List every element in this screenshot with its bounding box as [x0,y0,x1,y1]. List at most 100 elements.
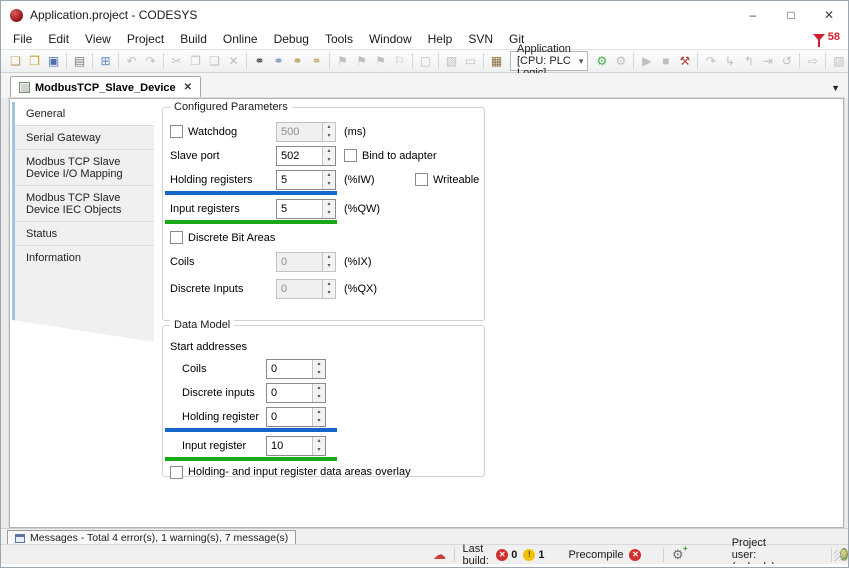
dm-discrete-inputs-spinner[interactable]: 0 ▴▾ [266,383,326,403]
statusbar-separator [663,548,664,562]
menu-online[interactable]: Online [215,30,266,48]
sidebar-item-iec-objects[interactable]: Modbus TCP Slave Device IEC Objects [15,185,154,221]
start-button[interactable]: ▶ [637,51,656,71]
device-editor-nav: GeneralSerial GatewayModbus TCP Slave De… [12,102,154,342]
spinner-buttons[interactable]: ▴▾ [312,360,325,378]
menu-svn[interactable]: SVN [460,30,501,48]
sidebar-item-information[interactable]: Information [15,245,154,269]
coils-spinner[interactable]: 0 ▴▾ [276,252,336,272]
coils-row: Coils 0 ▴▾ (%IX) [170,251,484,272]
sidebar-item-status[interactable]: Status [15,221,154,245]
toolbar-separator [118,53,119,69]
breakpoint-settings-button[interactable]: ⚒ [675,51,694,71]
paste-button[interactable]: ❑ [205,51,224,71]
reset-warm-button[interactable]: ↺ [777,51,796,71]
menu-help[interactable]: Help [420,30,461,48]
bind-to-adapter-checkbox[interactable] [344,149,357,162]
messages-tab[interactable]: Messages - Total 4 error(s), 1 warning(s… [7,530,296,545]
minimize-button[interactable]: – [734,1,772,29]
menu-window[interactable]: Window [361,30,420,48]
stop-button[interactable]: ■ [656,51,675,71]
spinner-buttons[interactable]: ▴▾ [322,253,335,271]
holding-registers-spinner[interactable]: 5 ▴▾ [276,170,336,190]
find-button[interactable]: ⚭ [250,51,269,71]
discrete-inputs-spinner[interactable]: 0 ▴▾ [276,279,336,299]
step-into-button[interactable]: ↳ [720,51,739,71]
menu-file[interactable]: File [5,30,40,48]
next-bookmark-button[interactable]: ⚑ [352,51,371,71]
edit-object-button[interactable]: ▢ [416,51,435,71]
gear-status-icon[interactable]: ⚙+ [672,547,684,563]
overlay-checkbox[interactable] [170,466,183,479]
spinner-buttons[interactable]: ▴▾ [322,147,335,165]
watchdog-checkbox[interactable] [170,125,183,138]
error-filter[interactable]: 58 [813,31,840,43]
dm-coils-label: Coils [182,363,266,375]
spinner-buttons[interactable]: ▴▾ [322,171,335,189]
refactoring-dropdown-button[interactable]: ▧ [442,51,461,71]
login-button[interactable]: ⚙ [592,51,611,71]
dm-input-register-label: Input register [182,440,266,452]
sidebar-item-io-mapping[interactable]: Modbus TCP Slave Device I/O Mapping [15,149,154,185]
menu-view[interactable]: View [77,30,119,48]
automation-server-cloud-icon[interactable]: ☁ [433,547,446,563]
replace-button[interactable]: ⚭ [269,51,288,71]
copy-project-button[interactable]: ⊞ [96,51,115,71]
undo-button[interactable]: ↶ [122,51,141,71]
tab-modbustcp-slave-device[interactable]: ModbusTCP_Slave_Device ✕ [10,76,201,98]
active-application-combo[interactable]: Application [CPU: PLC Logic] ▾ [510,51,588,71]
chevron-down-icon: ▾ [579,56,584,67]
step-over-button[interactable]: ↷ [701,51,720,71]
discrete-bit-areas-checkbox[interactable] [170,231,183,244]
spinner-buttons[interactable]: ▴▾ [322,200,335,218]
input-registers-spinner[interactable]: 5 ▴▾ [276,199,336,219]
sidebar-item-serial-gateway[interactable]: Serial Gateway [15,125,154,149]
clear-bookmarks-button[interactable]: ⚐ [390,51,409,71]
dm-holding-register-spinner[interactable]: 0 ▴▾ [266,407,326,427]
spinner-buttons[interactable]: ▴▾ [312,437,325,455]
copy-button[interactable]: ❐ [186,51,205,71]
toggle-bookmark-button[interactable]: ⚑ [333,51,352,71]
menu-debug[interactable]: Debug [266,30,317,48]
tab-close-icon[interactable]: ✕ [184,82,192,93]
maximize-button[interactable]: □ [772,1,810,29]
force-values-button[interactable]: ▨ [829,51,848,71]
save-project-button[interactable]: ▣ [44,51,63,71]
sidebar-item-general[interactable]: General [15,102,154,125]
window-title: Application.project - CODESYS [30,8,197,22]
open-project-button[interactable]: ❒ [25,51,44,71]
print-button[interactable]: ▤ [70,51,89,71]
menu-edit[interactable]: Edit [40,30,77,48]
spinner-buttons[interactable]: ▴▾ [312,384,325,402]
spinner-buttons[interactable]: ▴▾ [322,123,335,141]
dm-input-register-spinner[interactable]: 10 ▴▾ [266,436,326,456]
new-project-button[interactable]: ❏ [6,51,25,71]
single-cycle-button[interactable]: ⇨ [803,51,822,71]
menu-tools[interactable]: Tools [317,30,361,48]
run-to-cursor-button[interactable]: ⇥ [758,51,777,71]
build-button[interactable]: ▦ [487,51,506,71]
dm-coils-spinner[interactable]: 0 ▴▾ [266,359,326,379]
delete-button[interactable]: ✕ [224,51,243,71]
cut-button[interactable]: ✂ [167,51,186,71]
replace-in-project-button[interactable]: ⚭ [307,51,326,71]
resize-grip[interactable] [834,550,845,561]
dm-holding-register-label: Holding register [182,411,266,423]
writeable-checkbox[interactable] [415,173,428,186]
menu-project[interactable]: Project [119,30,172,48]
close-button[interactable]: ✕ [810,1,848,29]
properties-button[interactable]: ▭ [461,51,480,71]
last-build-label: Last build: [463,543,491,567]
tab-list-dropdown-icon[interactable]: ▼ [831,83,840,93]
spinner-buttons[interactable]: ▴▾ [312,408,325,426]
configured-parameters-group: Configured Parameters Watchdog 500 ▴▾ (m… [162,107,485,321]
find-in-project-button[interactable]: ⚭ [288,51,307,71]
step-out-button[interactable]: ↰ [739,51,758,71]
watchdog-spinner[interactable]: 500 ▴▾ [276,122,336,142]
redo-button[interactable]: ↷ [141,51,160,71]
previous-bookmark-button[interactable]: ⚑ [371,51,390,71]
spinner-buttons[interactable]: ▴▾ [322,280,335,298]
logout-button[interactable]: ⚙ [611,51,630,71]
slave-port-spinner[interactable]: 502 ▴▾ [276,146,336,166]
menu-build[interactable]: Build [172,30,215,48]
